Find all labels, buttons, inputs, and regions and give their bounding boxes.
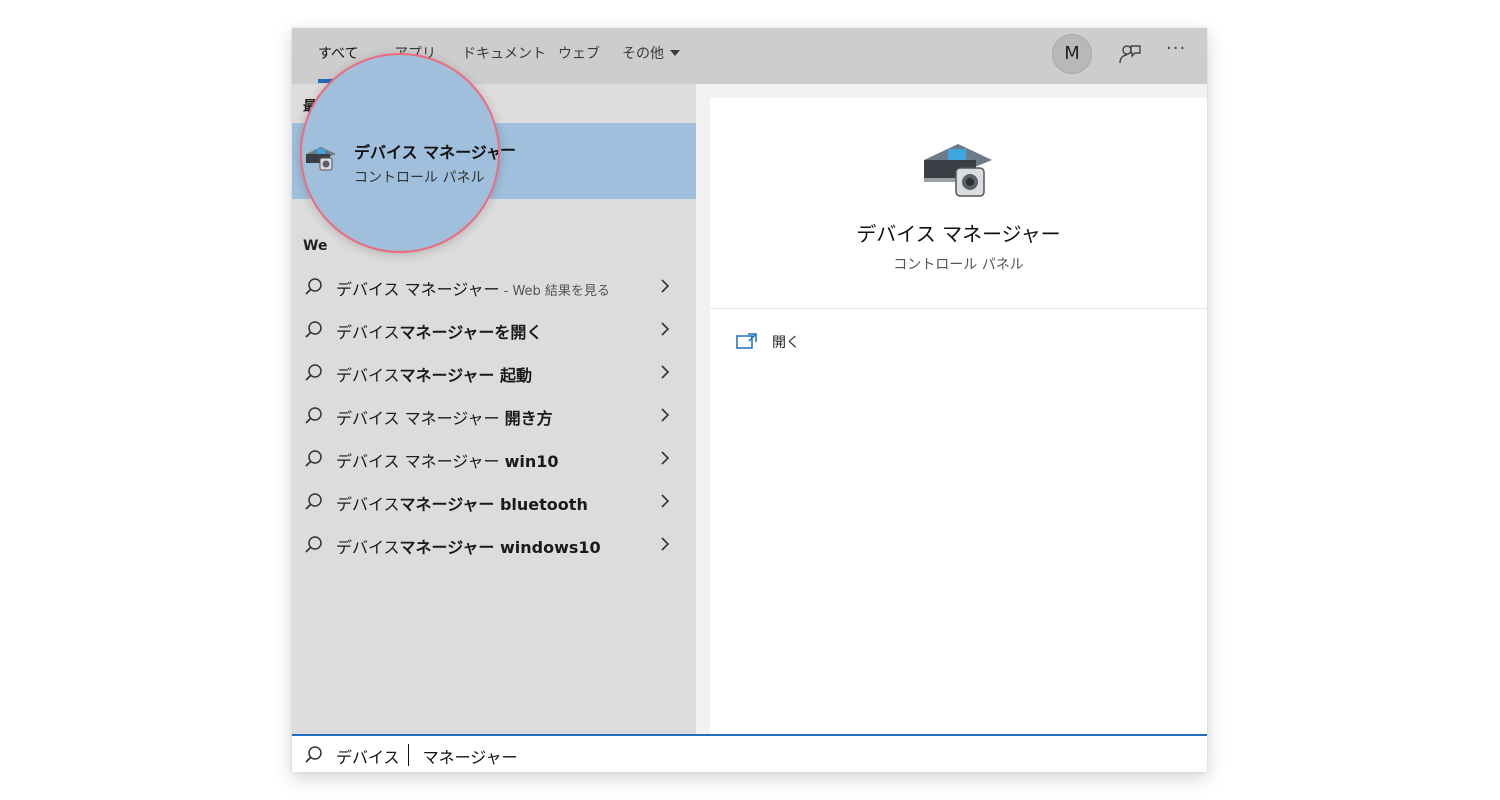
search-icon	[305, 536, 322, 553]
tab-more[interactable]: その他	[622, 43, 680, 69]
web-suggestion[interactable]: デバイスマネージャー bluetooth	[292, 480, 696, 522]
chevron-right-icon	[661, 279, 670, 293]
suggestion-bold: マネージャー 起動	[399, 366, 532, 385]
suggestion-prefix: デバイス マネージャー	[336, 452, 505, 471]
suggestion-bold: マネージャー bluetooth	[399, 495, 588, 514]
web-suggestion[interactable]: デバイスマネージャー windows10	[292, 523, 696, 565]
search-icon	[305, 407, 322, 424]
web-search-label: We	[303, 238, 328, 254]
suggestion-prefix: デバイス	[336, 323, 400, 342]
web-suggestion[interactable]: デバイス マネージャー 開き方	[292, 394, 696, 436]
tab-documents[interactable]: ドキュメント	[462, 43, 546, 69]
suggestion-bold: win10	[504, 452, 559, 471]
text-caret	[408, 744, 409, 766]
chevron-right-icon	[661, 537, 670, 551]
web-suggestion[interactable]: デバイスマネージャーを開く	[292, 308, 696, 350]
lens-subtitle: コントロール パネル	[354, 170, 485, 186]
detail-title: デバイス マネージャー	[856, 222, 1061, 246]
suggestion-prefix: デバイス	[336, 366, 400, 385]
chevron-right-icon	[661, 494, 670, 508]
open-label: 開く	[772, 335, 800, 351]
magnifier-lens: デバイス マネージャー コントロール パネル	[300, 53, 500, 253]
suggestion-prefix: デバイス	[336, 495, 400, 514]
suggestion-prefix: デバイス マネージャー	[336, 280, 500, 299]
avatar[interactable]: M	[1052, 34, 1092, 74]
tab-web[interactable]: ウェブ	[558, 43, 600, 69]
chevron-right-icon	[661, 322, 670, 336]
suggestion-bold: マネージャー windows10	[399, 538, 601, 557]
device-manager-icon	[924, 144, 992, 197]
search-input[interactable]: デバイス マネージャー	[336, 744, 518, 768]
open-icon	[736, 333, 757, 349]
web-suggestion[interactable]: デバイスマネージャー 起動	[292, 351, 696, 393]
more-options-icon[interactable]: ···	[1166, 38, 1186, 59]
tab-more-label: その他	[622, 46, 664, 62]
suggestion-bold: 開き方	[504, 409, 553, 428]
chevron-right-icon	[661, 365, 670, 379]
divider	[710, 308, 1207, 309]
detail-pane: デバイス マネージャー コントロール パネル 開く	[710, 98, 1207, 734]
caret-down-icon	[670, 50, 680, 56]
search-icon	[305, 278, 322, 295]
suggestion-bold: マネージャーを開く	[399, 323, 543, 342]
lens-title: デバイス マネージャー	[354, 143, 498, 162]
search-icon	[305, 493, 322, 510]
web-suggestion[interactable]: デバイス マネージャー - Web 結果を見る	[292, 265, 696, 307]
search-box[interactable]: デバイス マネージャー	[292, 734, 1207, 772]
search-text-before-caret: デバイス	[336, 748, 405, 767]
search-text-after-caret: マネージャー	[422, 748, 518, 767]
web-suggestion[interactable]: デバイス マネージャー win10	[292, 437, 696, 479]
chevron-right-icon	[661, 408, 670, 422]
search-icon	[305, 364, 322, 381]
search-icon	[305, 746, 322, 763]
detail-subtitle: コントロール パネル	[893, 257, 1024, 273]
search-icon	[305, 321, 322, 338]
suggestion-hint: - Web 結果を見る	[499, 284, 610, 299]
feedback-icon[interactable]	[1118, 42, 1142, 66]
suggestion-prefix: デバイス マネージャー	[336, 409, 505, 428]
suggestion-prefix: デバイス	[336, 538, 400, 557]
device-manager-icon	[306, 147, 336, 171]
search-icon	[305, 450, 322, 467]
chevron-right-icon	[661, 451, 670, 465]
